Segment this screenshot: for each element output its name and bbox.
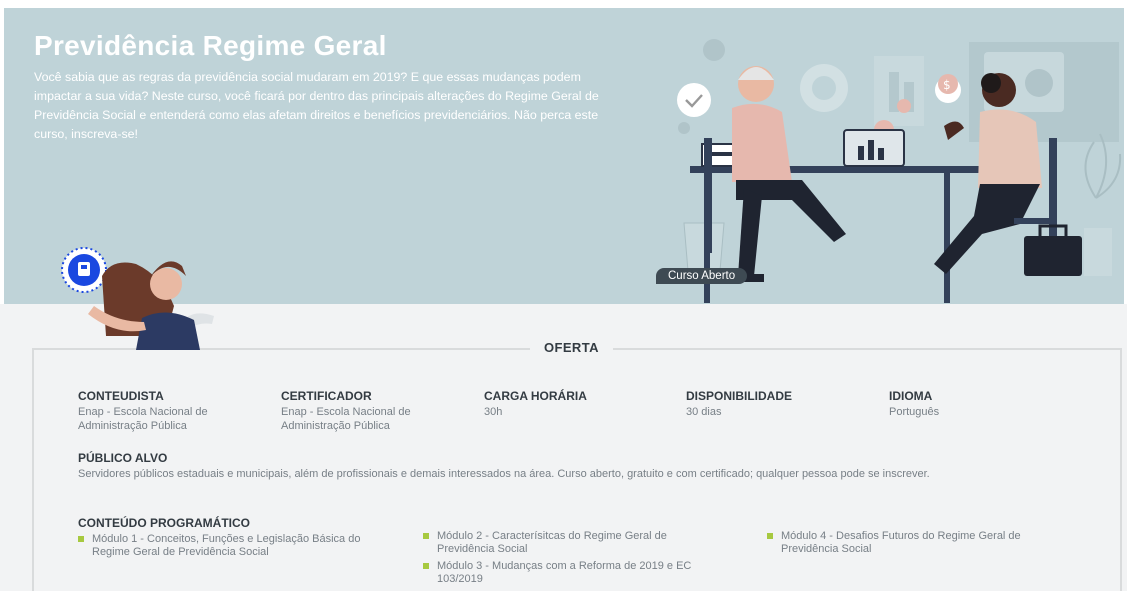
info-label: CERTIFICADOR bbox=[281, 389, 372, 403]
info-label: IDIOMA bbox=[889, 389, 933, 403]
syllabus-label: CONTEÚDO PROGRAMÁTICO bbox=[78, 516, 250, 530]
audience-text: Servidores públicos estaduais e municipa… bbox=[78, 468, 930, 480]
module-text: Módulo 3 - Mudanças com a Reforma de 201… bbox=[437, 560, 692, 585]
module-text: Módulo 2 - Caracterísitcas do Regime Ger… bbox=[437, 530, 667, 555]
info-carga-horaria: CARGA HORÁRIA 30h bbox=[484, 389, 664, 419]
presenter-woman-illustration bbox=[61, 247, 214, 350]
syllabus-module: Módulo 2 - Caracterísitcas do Regime Ger… bbox=[423, 530, 723, 555]
info-label: CONTEUDISTA bbox=[78, 389, 164, 403]
syllabus-module: Módulo 3 - Mudanças com a Reforma de 201… bbox=[423, 560, 723, 585]
syllabus-module: Módulo 4 - Desafios Futuros do Regime Ge… bbox=[767, 530, 1077, 555]
module-text: Módulo 1 - Conceitos, Funções e Legislaç… bbox=[92, 533, 361, 558]
info-value: Português bbox=[889, 406, 940, 418]
course-status-badge: Curso Aberto bbox=[656, 268, 748, 284]
info-value: 30h bbox=[484, 406, 503, 418]
info-value: Enap - Escola Nacional de Administração … bbox=[281, 406, 411, 432]
module-text: Módulo 4 - Desafios Futuros do Regime Ge… bbox=[781, 530, 1021, 555]
info-value: Enap - Escola Nacional de Administração … bbox=[78, 406, 208, 432]
info-certificador: CERTIFICADOR Enap - Escola Nacional de A… bbox=[281, 389, 461, 433]
info-idioma: IDIOMA Português bbox=[889, 389, 1069, 419]
info-conteudista: CONTEUDISTA Enap - Escola Nacional de Ad… bbox=[78, 389, 258, 433]
course-title: Previdência Regime Geral bbox=[34, 30, 387, 61]
offer-title: OFERTA bbox=[530, 340, 613, 355]
svg-text:$: $ bbox=[943, 78, 951, 92]
bullet-icon bbox=[423, 563, 429, 569]
course-description: Você sabia que as regras da previdência … bbox=[34, 70, 599, 141]
syllabus-module: Módulo 1 - Conceitos, Funções e Legislaç… bbox=[78, 533, 378, 558]
audience-label: PÚBLICO ALVO bbox=[78, 451, 168, 465]
bullet-icon bbox=[767, 533, 773, 539]
info-label: CARGA HORÁRIA bbox=[484, 389, 587, 403]
meeting-illustration: $ bbox=[677, 39, 1122, 303]
course-page: Previdência Regime Geral Você sabia que … bbox=[0, 0, 1127, 591]
bullet-icon bbox=[423, 533, 429, 539]
info-disponibilidade: DISPONIBILIDADE 30 dias bbox=[686, 389, 866, 419]
info-value: 30 dias bbox=[686, 406, 722, 418]
info-label: DISPONIBILIDADE bbox=[686, 389, 793, 403]
bullet-icon bbox=[78, 536, 84, 542]
